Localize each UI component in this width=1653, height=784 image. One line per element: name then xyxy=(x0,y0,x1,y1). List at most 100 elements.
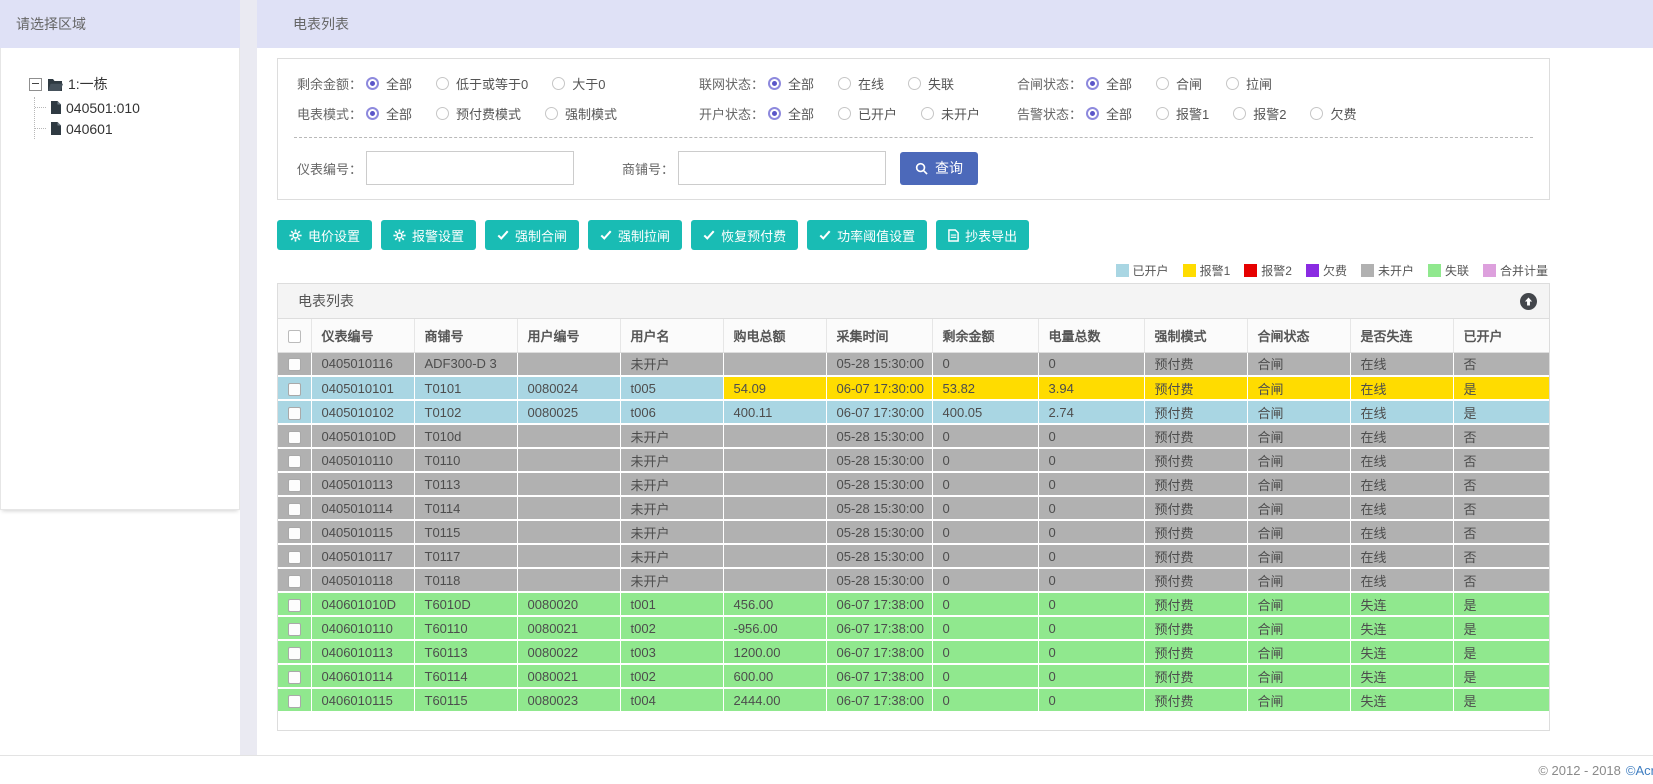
action-button[interactable]: 电价设置 xyxy=(277,220,373,250)
radio-icon[interactable] xyxy=(366,77,379,90)
radio-option[interactable]: 报警2 xyxy=(1233,104,1286,123)
radio-option[interactable]: 全部 xyxy=(1086,74,1132,93)
table-cell: 预付费 xyxy=(1144,472,1248,497)
radio-icon[interactable] xyxy=(1310,107,1324,120)
action-button[interactable]: 强制合闸 xyxy=(485,220,580,250)
table-cell: 预付费 xyxy=(1144,640,1248,665)
radio-icon[interactable] xyxy=(1156,77,1170,90)
table-cell: 预付费 xyxy=(1144,544,1248,569)
radio-icon[interactable] xyxy=(1086,107,1099,120)
action-button[interactable]: 恢复预付费 xyxy=(691,220,799,250)
tree-root-label[interactable]: 1:一栋 xyxy=(68,74,108,94)
legend-item: 合并计量 xyxy=(1482,262,1548,279)
radio-option[interactable]: 报警1 xyxy=(1156,104,1209,123)
table-cell: 0080025 xyxy=(517,400,621,425)
radio-icon[interactable] xyxy=(908,77,922,90)
tree-child-node[interactable]: 040601 xyxy=(35,118,239,139)
search-button[interactable]: 查询 xyxy=(900,151,978,185)
tree-child-node[interactable]: 040501:010 xyxy=(35,97,239,118)
radio-icon[interactable] xyxy=(921,107,935,120)
collapse-toggle-icon[interactable] xyxy=(29,77,42,91)
tree-child-label[interactable]: 040601 xyxy=(66,121,113,137)
legend-label: 合并计量 xyxy=(1499,264,1548,278)
row-checkbox[interactable] xyxy=(288,502,301,516)
search-button-label: 查询 xyxy=(935,160,963,176)
radio-icon[interactable] xyxy=(545,107,559,120)
radio-option[interactable]: 合闸 xyxy=(1156,74,1202,93)
select-all-checkbox[interactable] xyxy=(288,329,301,343)
radio-icon[interactable] xyxy=(838,77,852,90)
radio-icon[interactable] xyxy=(1086,77,1099,90)
table-cell: 合闸 xyxy=(1247,400,1351,425)
filter-row: 剩余金额： 全部 低于或等于0 大于0 联网状态： 全部 在线 失联 合闸状态： 全部 合闸 拉闸 xyxy=(290,71,1537,96)
row-checkbox[interactable] xyxy=(288,598,301,612)
radio-icon[interactable] xyxy=(1226,77,1240,90)
radio-icon[interactable] xyxy=(436,77,450,90)
radio-option[interactable]: 全部 xyxy=(768,104,814,123)
toolbar: 电价设置 报警设置 强制合闸 强制拉闸 恢复预付费 功率阈值设置 抄表导出 xyxy=(277,220,1550,250)
legend-label: 报警1 xyxy=(1199,264,1231,278)
radio-option[interactable]: 已开户 xyxy=(838,104,897,123)
shop-no-input[interactable] xyxy=(678,151,886,185)
row-checkbox[interactable] xyxy=(288,646,301,660)
row-checkbox[interactable] xyxy=(288,574,301,588)
radio-option[interactable]: 全部 xyxy=(366,74,412,93)
collapse-panel-button[interactable] xyxy=(1520,292,1537,310)
radio-option[interactable]: 拉闸 xyxy=(1226,74,1272,93)
table-cell: t002 xyxy=(620,616,724,641)
table-cell: 0405010101 xyxy=(311,376,415,401)
row-checkbox[interactable] xyxy=(288,406,301,420)
table-cell: 预付费 xyxy=(1144,520,1248,545)
radio-icon[interactable] xyxy=(768,77,781,90)
action-button[interactable]: 功率阈值设置 xyxy=(807,220,928,250)
row-checkbox[interactable] xyxy=(288,694,301,708)
row-checkbox[interactable] xyxy=(288,670,301,684)
radio-option[interactable]: 全部 xyxy=(366,104,412,123)
action-button[interactable]: 强制拉闸 xyxy=(588,220,683,250)
radio-option[interactable]: 全部 xyxy=(768,74,814,93)
table-cell: 否 xyxy=(1453,544,1549,569)
meter-no-input[interactable] xyxy=(366,151,574,185)
table-cell: 0 xyxy=(932,688,1039,713)
radio-icon[interactable] xyxy=(1233,107,1247,120)
tree-child-label[interactable]: 040501:010 xyxy=(66,100,140,116)
legend-color-chip xyxy=(1305,264,1319,277)
action-button[interactable]: 抄表导出 xyxy=(936,220,1030,250)
radio-option[interactable]: 强制模式 xyxy=(545,104,617,123)
radio-icon[interactable] xyxy=(366,107,379,120)
legend-item: 报警1 xyxy=(1182,262,1231,279)
table-cell: 预付费 xyxy=(1144,376,1248,401)
action-button[interactable]: 报警设置 xyxy=(381,220,477,250)
row-checkbox[interactable] xyxy=(288,430,301,444)
radio-option[interactable]: 在线 xyxy=(838,74,884,93)
legend-label: 未开户 xyxy=(1377,264,1414,278)
radio-option[interactable]: 全部 xyxy=(1086,104,1132,123)
tree-root-node[interactable]: 1:一栋 xyxy=(29,74,239,94)
page-title: 电表列表 xyxy=(257,0,1653,48)
radio-option[interactable]: 未开户 xyxy=(921,104,980,123)
table-cell: 06-07 17:38:00 xyxy=(826,640,933,665)
radio-option[interactable]: 低于或等于0 xyxy=(436,74,528,93)
action-button-label: 抄表导出 xyxy=(965,228,1018,244)
filter-group-label: 联网状态： xyxy=(698,77,764,92)
radio-icon[interactable] xyxy=(436,107,450,120)
row-checkbox[interactable] xyxy=(288,454,301,468)
row-checkbox[interactable] xyxy=(288,358,301,372)
row-checkbox[interactable] xyxy=(288,526,301,540)
row-checkbox[interactable] xyxy=(288,550,301,564)
row-checkbox[interactable] xyxy=(288,382,301,396)
main-content: 剩余金额： 全部 低于或等于0 大于0 联网状态： 全部 在线 失联 合闸状态： 全部 合闸 拉闸 电表… xyxy=(257,48,1550,731)
table-cell: T6010D xyxy=(414,592,518,617)
radio-icon[interactable] xyxy=(1156,107,1170,120)
radio-icon[interactable] xyxy=(552,77,566,90)
radio-icon[interactable] xyxy=(838,107,852,120)
table-cell: 0406010114 xyxy=(311,664,415,689)
radio-icon[interactable] xyxy=(768,107,781,120)
row-checkbox[interactable] xyxy=(288,478,301,492)
radio-option[interactable]: 大于0 xyxy=(552,74,605,93)
radio-option[interactable]: 欠费 xyxy=(1310,104,1357,123)
row-checkbox[interactable] xyxy=(288,622,301,636)
copyright-link[interactable]: ©Acr xyxy=(1626,763,1653,778)
radio-option[interactable]: 预付费模式 xyxy=(436,104,521,123)
radio-option[interactable]: 失联 xyxy=(908,74,954,93)
